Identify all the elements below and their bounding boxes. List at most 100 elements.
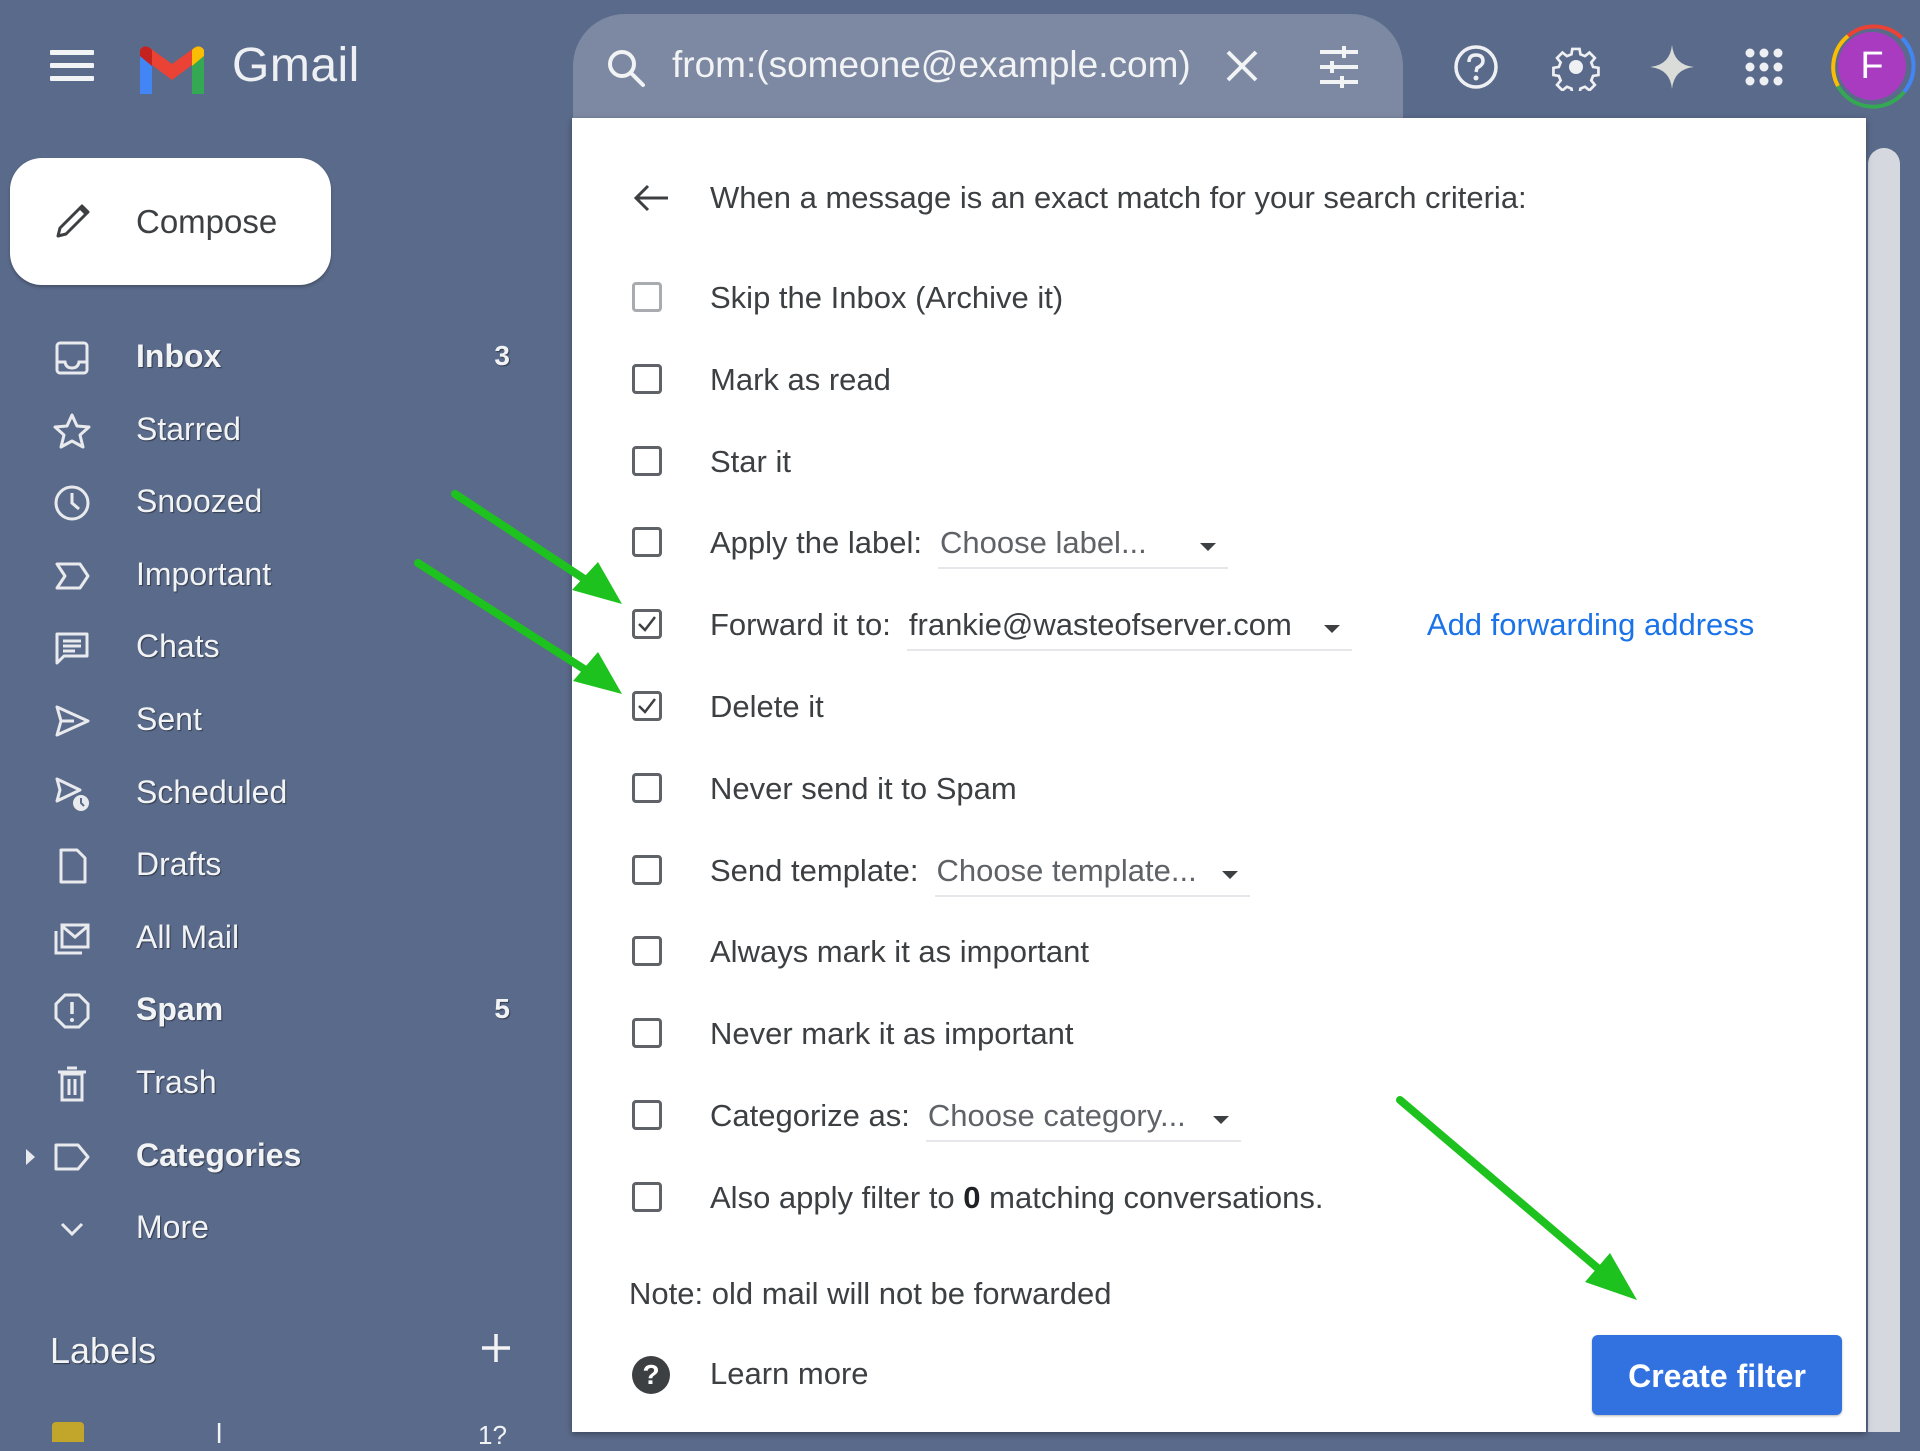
search-input[interactable]: from:(someone@example.com) (672, 44, 1191, 86)
label-color-icon (52, 1422, 84, 1442)
sidebar-item-starred[interactable]: Starred (0, 399, 540, 463)
settings-icon[interactable] (1552, 43, 1600, 91)
checkbox[interactable] (632, 1100, 662, 1130)
sidebar-item-label: Sent (136, 701, 202, 737)
clear-search-icon[interactable] (1222, 46, 1262, 86)
option-label: Star it (710, 444, 791, 479)
sidebar-item-scheduled[interactable]: Scheduled (0, 762, 540, 826)
main-menu-button[interactable] (50, 50, 94, 86)
gmail-logo-icon[interactable] (136, 42, 208, 98)
checkbox[interactable] (632, 855, 662, 885)
search-icon[interactable] (604, 46, 648, 90)
filter-option-row: Send template: Choose template... (630, 843, 1830, 903)
important-icon (55, 562, 90, 590)
filter-option-row: Never mark it as important (630, 1006, 1830, 1066)
sidebar-item-important[interactable]: Important (0, 544, 540, 608)
filter-option-row: Always mark it as important (630, 924, 1830, 984)
filter-option-row: Mark as read (630, 352, 1830, 412)
checkbox-checked[interactable] (632, 691, 662, 721)
expand-caret-icon[interactable] (26, 1149, 35, 1165)
filter-option-row: Delete it (630, 679, 1830, 739)
checkmark-icon (638, 616, 656, 632)
draft-icon (59, 848, 87, 884)
checkbox[interactable] (632, 527, 662, 557)
back-arrow-icon[interactable] (630, 176, 674, 220)
checkbox-checked[interactable] (632, 609, 662, 639)
checkbox[interactable] (632, 364, 662, 394)
sidebar-item-all-mail[interactable]: All Mail (0, 907, 540, 971)
spam-icon (54, 993, 90, 1029)
option-label: Also apply filter to 0 matching conversa… (710, 1180, 1323, 1216)
option-label-prefix: Also apply filter to (710, 1180, 964, 1215)
option-label: Delete it (710, 689, 824, 724)
matching-count: 0 (963, 1180, 981, 1215)
inbox-icon (55, 341, 89, 375)
send-icon (55, 705, 90, 737)
sidebar-item-label: Inbox (136, 338, 222, 374)
forward-address-dropdown[interactable]: frankie@wasteofserver.com (906, 601, 1352, 651)
sidebar-item-label: More (136, 1209, 209, 1245)
filter-option-row: Never send it to Spam (630, 761, 1830, 821)
all-mail-icon (54, 923, 90, 955)
gmail-wordmark: Gmail (232, 39, 360, 92)
dropdown-value: Choose label... (939, 525, 1147, 560)
sidebar-item-drafts[interactable]: Drafts (0, 834, 540, 898)
dropdown-value: Choose template... (936, 853, 1197, 888)
chat-icon (55, 632, 89, 665)
label-count-partial: 1? (478, 1420, 507, 1450)
label-dropdown[interactable]: Choose label... (937, 519, 1228, 569)
sidebar-item-label: Drafts (136, 846, 222, 882)
sidebar-item-trash[interactable]: Trash (0, 1052, 540, 1116)
apps-icon[interactable] (1740, 43, 1788, 91)
gemini-icon[interactable] (1648, 43, 1696, 91)
sidebar-item-label: Snoozed (136, 483, 263, 519)
checkbox[interactable] (632, 773, 662, 803)
template-dropdown[interactable]: Choose template... (934, 847, 1250, 897)
dropdown-arrow-icon (1221, 871, 1238, 879)
unread-count: 5 (494, 993, 510, 1024)
create-filter-button[interactable]: Create filter (1592, 1335, 1842, 1415)
sidebar-item-label: Scheduled (136, 774, 288, 810)
criteria-heading: When a message is an exact match for you… (710, 180, 1527, 215)
option-label: Skip the Inbox (Archive it) (710, 280, 1064, 315)
checkbox[interactable] (632, 1182, 662, 1212)
sidebar-item-snoozed[interactable]: Snoozed (0, 471, 540, 535)
sidebar-item-categories[interactable]: Categories (0, 1125, 540, 1189)
checkbox[interactable] (632, 936, 662, 966)
scrollbar[interactable] (1868, 148, 1900, 1432)
add-label-icon[interactable] (476, 1328, 516, 1368)
sidebar-item-label: Spam (136, 991, 224, 1027)
sidebar-item-more[interactable]: More (0, 1197, 540, 1261)
help-icon[interactable] (1452, 43, 1500, 91)
checkbox[interactable] (632, 1018, 662, 1048)
label-name-partial[interactable]: l (216, 1418, 222, 1450)
sidebar-item-chats[interactable]: Chats (0, 616, 540, 680)
option-label: Never mark it as important (710, 1016, 1074, 1051)
sidebar-item-label: Trash (136, 1064, 217, 1100)
search-options-icon[interactable] (1316, 44, 1362, 90)
unread-count: 3 (494, 340, 510, 371)
dropdown-arrow-icon (1199, 543, 1216, 551)
sidebar-item-label: Categories (136, 1137, 302, 1173)
help-circle-icon: ? (632, 1356, 670, 1394)
option-label: Apply the label: (710, 525, 922, 560)
scheduled-send-icon (55, 777, 89, 811)
sidebar-item-spam[interactable]: Spam 5 (0, 979, 540, 1043)
filter-option-row: Apply the label: Choose label... (630, 515, 1830, 575)
account-avatar[interactable]: F (1838, 32, 1906, 100)
pencil-icon (56, 204, 90, 238)
sidebar-item-label: Chats (136, 628, 220, 664)
sidebar-item-sent[interactable]: Sent (0, 689, 540, 753)
menu-icon-bar (50, 63, 94, 68)
checkbox[interactable] (632, 282, 662, 312)
trash-icon (58, 1066, 86, 1102)
learn-more-link[interactable]: Learn more (710, 1356, 869, 1392)
filter-option-row: Forward it to: frankie@wasteofserver.com A… (630, 597, 1830, 657)
category-dropdown[interactable]: Choose category... (925, 1092, 1241, 1142)
sidebar-item-inbox[interactable]: Inbox 3 (0, 326, 540, 390)
checkbox[interactable] (632, 446, 662, 476)
filter-option-row: Also apply filter to 0 matching conversa… (630, 1170, 1830, 1230)
star-icon (53, 413, 91, 449)
add-forwarding-address-link[interactable]: Add forwarding address (1427, 607, 1754, 643)
option-label: Send template: (710, 853, 919, 888)
